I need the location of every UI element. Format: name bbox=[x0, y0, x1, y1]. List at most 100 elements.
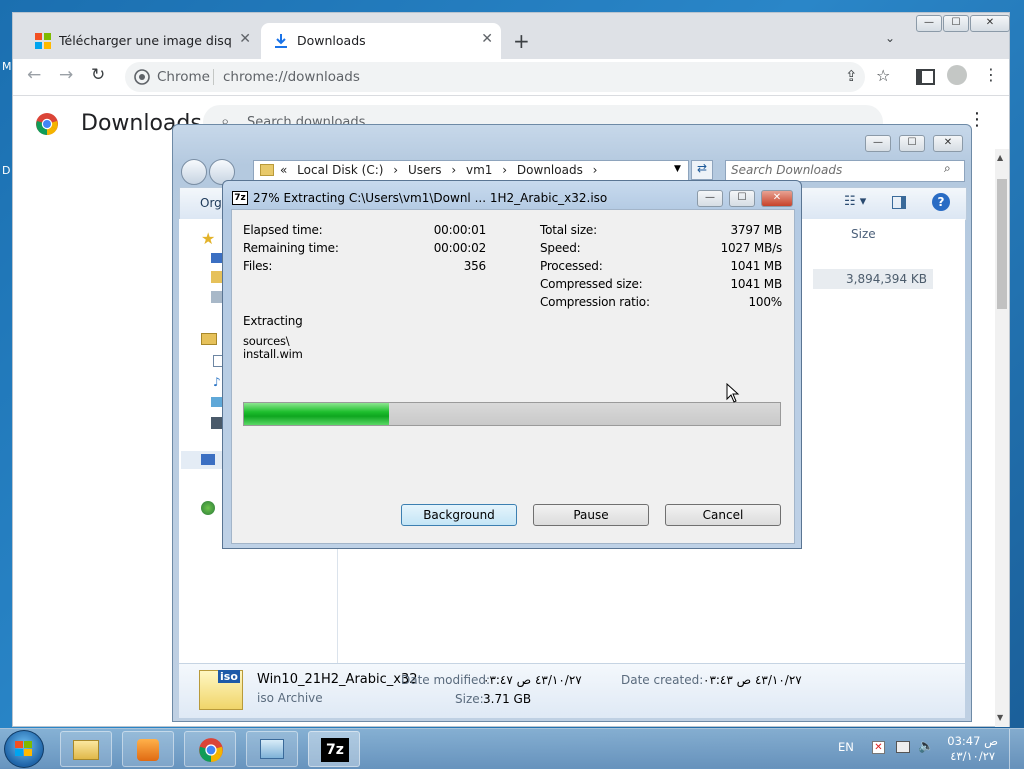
reload-icon[interactable]: ↻ bbox=[91, 65, 105, 85]
details-pane: iso Win10_21H2_Arabic_x32 iso Archive Da… bbox=[179, 663, 965, 718]
control-panel-icon bbox=[260, 739, 284, 759]
chrome-logo-icon bbox=[36, 113, 58, 135]
taskbar-control-panel[interactable] bbox=[246, 731, 298, 767]
breadcrumb-vm1[interactable]: vm1 bbox=[466, 163, 492, 177]
breadcrumb-overflow[interactable]: « bbox=[280, 163, 287, 177]
breadcrumb-arrow-icon[interactable]: › bbox=[451, 163, 456, 177]
action-center-flag-icon[interactable]: ✕ bbox=[872, 741, 885, 754]
taskbar-7zip[interactable]: 7z bbox=[308, 731, 360, 767]
date-modified-value: ٤٣/١٠/٢٧ ص ٠٣:٤٧ bbox=[483, 673, 582, 687]
status-text: Extracting bbox=[243, 314, 303, 328]
breadcrumb: « Local Disk (C:) › Users › vm1 › Downlo… bbox=[260, 163, 597, 177]
breadcrumb-downloads[interactable]: Downloads bbox=[517, 163, 583, 177]
network-icon[interactable] bbox=[201, 501, 215, 515]
processed-label: Processed: bbox=[540, 259, 603, 273]
tab-microsoft-download[interactable]: Télécharger une image disque W ✕ bbox=[23, 23, 259, 59]
computer-icon bbox=[201, 454, 215, 465]
remaining-time-value: 00:00:02 bbox=[433, 241, 486, 255]
side-panel-icon[interactable] bbox=[916, 69, 935, 85]
address-url: chrome://downloads bbox=[223, 69, 360, 85]
refresh-icon[interactable]: ⇄ bbox=[691, 160, 713, 180]
close-button[interactable]: ✕ bbox=[761, 190, 793, 207]
address-dropdown-icon[interactable]: ▼ bbox=[674, 164, 681, 174]
network-tray-icon[interactable] bbox=[896, 741, 910, 753]
music-icon[interactable]: ♪ bbox=[213, 375, 221, 389]
tab-search-chevron-icon[interactable]: ⌄ bbox=[885, 31, 895, 45]
libraries-icon[interactable] bbox=[201, 333, 217, 345]
preview-pane-icon[interactable] bbox=[892, 196, 906, 209]
chrome-logo-icon bbox=[199, 738, 223, 762]
forward-arrow-icon[interactable]: → bbox=[59, 65, 73, 85]
media-player-icon bbox=[137, 739, 159, 761]
compression-ratio-label: Compression ratio: bbox=[540, 295, 650, 309]
taskbar-chrome[interactable] bbox=[184, 731, 236, 767]
explorer-address-bar[interactable]: « Local Disk (C:) › Users › vm1 › Downlo… bbox=[253, 160, 689, 182]
breadcrumb-users[interactable]: Users bbox=[408, 163, 442, 177]
microsoft-logo-icon bbox=[35, 33, 51, 49]
minimize-button[interactable]: — bbox=[865, 135, 891, 152]
background-button[interactable]: Background bbox=[401, 504, 517, 526]
compression-ratio-value: 100% bbox=[748, 295, 782, 309]
back-arrow-icon[interactable]: ← bbox=[27, 65, 41, 85]
taskbar-explorer[interactable] bbox=[60, 731, 112, 767]
dialog-client: Elapsed time: 00:00:01 Remaining time: 0… bbox=[231, 209, 795, 544]
scroll-up-icon[interactable]: ▲ bbox=[997, 153, 1003, 162]
sevenzip-app-icon: 7z bbox=[232, 191, 248, 205]
scrollbar-thumb[interactable] bbox=[997, 179, 1007, 309]
sevenzip-icon: 7z bbox=[321, 738, 349, 762]
download-icon bbox=[275, 34, 287, 48]
close-button[interactable]: ✕ bbox=[933, 135, 963, 152]
profile-avatar-icon[interactable] bbox=[947, 65, 967, 85]
breadcrumb-arrow-icon[interactable]: › bbox=[502, 163, 507, 177]
tab-label: Downloads bbox=[297, 33, 366, 48]
bookmark-star-icon[interactable]: ☆ bbox=[876, 66, 890, 85]
current-file-path: sources\ bbox=[243, 334, 290, 348]
iso-badge: iso bbox=[218, 670, 240, 683]
pause-button[interactable]: Pause bbox=[533, 504, 649, 526]
cancel-button[interactable]: Cancel bbox=[665, 504, 781, 526]
start-button[interactable] bbox=[4, 730, 44, 768]
explorer-search-input[interactable]: Search Downloads ⌕ bbox=[725, 160, 965, 182]
compressed-size-label: Compressed size: bbox=[540, 277, 643, 291]
files-value: 356 bbox=[463, 259, 487, 273]
language-indicator[interactable]: EN bbox=[838, 740, 854, 754]
minimize-button[interactable]: — bbox=[916, 15, 942, 32]
size-label: Size: bbox=[455, 692, 484, 706]
details-file-name: Win10_21H2_Arabic_x32 bbox=[257, 672, 418, 687]
minimize-button[interactable]: — bbox=[697, 190, 723, 207]
menu-kebab-icon[interactable]: ⋮ bbox=[983, 65, 999, 84]
folder-icon bbox=[260, 164, 274, 176]
new-tab-button[interactable]: + bbox=[513, 29, 530, 53]
help-icon[interactable]: ? bbox=[932, 193, 950, 211]
system-clock[interactable]: 03:47 ص ٤٣/١٠/٢٧ bbox=[947, 734, 998, 764]
volume-icon[interactable]: 🔈 bbox=[918, 739, 934, 754]
scroll-down-icon[interactable]: ▼ bbox=[997, 713, 1003, 722]
maximize-button[interactable]: ☐ bbox=[729, 190, 755, 207]
close-tab-icon[interactable]: ✕ bbox=[481, 31, 493, 47]
favorites-star-icon[interactable]: ★ bbox=[201, 229, 215, 248]
maximize-button[interactable]: ☐ bbox=[899, 135, 925, 152]
tab-downloads[interactable]: Downloads ✕ bbox=[261, 23, 501, 59]
maximize-button[interactable]: ☐ bbox=[943, 15, 969, 32]
clock-time: 03:47 ص bbox=[947, 734, 998, 748]
close-tab-icon[interactable]: ✕ bbox=[239, 31, 251, 47]
share-icon[interactable]: ⇪ bbox=[845, 67, 858, 85]
breadcrumb-arrow-icon[interactable]: › bbox=[593, 163, 598, 177]
speed-value: 1027 MB/s bbox=[720, 241, 783, 255]
page-scrollbar[interactable]: ▲ ▼ bbox=[995, 149, 1009, 727]
breadcrumb-arrow-icon[interactable]: › bbox=[393, 163, 398, 177]
breadcrumb-local-disk[interactable]: Local Disk (C:) bbox=[297, 163, 383, 177]
taskbar-media-player[interactable] bbox=[122, 731, 174, 767]
address-bar[interactable]: Chrome chrome://downloads bbox=[125, 62, 865, 92]
file-row-selected[interactable]: 3,894,394 KB bbox=[813, 269, 933, 289]
close-button[interactable]: ✕ bbox=[970, 15, 1010, 32]
windows-logo-icon bbox=[15, 741, 32, 756]
address-separator bbox=[213, 69, 214, 85]
date-modified-label: Date modified: bbox=[401, 673, 491, 687]
remaining-time-label: Remaining time: bbox=[243, 241, 339, 255]
view-options-icon[interactable]: ☷ ▾ bbox=[844, 194, 866, 209]
column-header-size[interactable]: Size bbox=[851, 227, 876, 241]
show-desktop-button[interactable] bbox=[1009, 729, 1024, 769]
back-button[interactable] bbox=[181, 159, 207, 185]
progress-bar bbox=[243, 402, 781, 426]
